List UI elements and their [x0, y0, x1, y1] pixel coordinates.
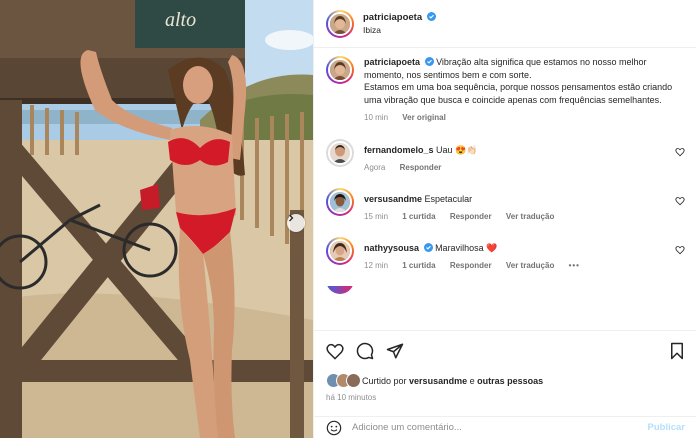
post-time-ago: há 10 minutos	[326, 393, 377, 402]
comment-emoji: ❤️	[486, 242, 498, 253]
commenter-avatar[interactable]	[326, 236, 354, 265]
comment-item: fernandomelo_s Uau 😍👏🏻 Agora Responder	[326, 138, 689, 174]
add-comment-bar: Publicar	[314, 416, 696, 438]
reply-button[interactable]: Responder	[450, 212, 492, 221]
caption-text-line2: Estamos em uma boa sequência, porque nos…	[364, 82, 673, 105]
liked-by-connector: e	[469, 375, 475, 386]
comments-list[interactable]: patriciapoeta Vibração alta significa qu…	[314, 56, 696, 328]
comment-time: 15 min	[364, 211, 389, 221]
author-avatar[interactable]	[326, 9, 354, 38]
heart-icon	[326, 343, 344, 360]
publish-button[interactable]: Publicar	[648, 422, 686, 433]
next-image-button[interactable]	[287, 214, 305, 232]
bookmark-icon	[671, 342, 683, 360]
comment-time: 12 min	[364, 260, 389, 270]
comment-username[interactable]: nathyysousa	[364, 243, 419, 253]
comment-icon	[356, 342, 374, 360]
post-actions: Curtido por versusandme e outras pessoas…	[314, 330, 696, 402]
comment-text: Maravilhosa	[435, 242, 484, 253]
comment-like-count[interactable]: 1 curtida	[402, 261, 435, 270]
commenter-avatar[interactable]	[326, 187, 354, 216]
liked-by-others[interactable]: outras pessoas	[477, 376, 543, 386]
comment-item: nathyysousa Maravilhosa ❤️ 12 min 1 curt…	[326, 236, 689, 272]
comment-input[interactable]	[352, 422, 648, 433]
liked-by-avatars[interactable]	[326, 373, 361, 388]
see-translation-link[interactable]: Ver tradução	[506, 212, 554, 221]
verified-badge-icon	[423, 242, 433, 252]
liked-by-user[interactable]: versusandme	[409, 376, 467, 386]
post-header: patriciapoeta Ibiza	[314, 0, 696, 48]
post-location[interactable]: Ibiza	[363, 24, 436, 37]
liked-by: Curtido por versusandme e outras pessoas	[326, 373, 685, 388]
post-photo[interactable]: alto	[0, 0, 313, 438]
reply-button[interactable]: Responder	[400, 163, 442, 172]
comment-like-heart-icon[interactable]	[675, 196, 685, 206]
comment-text: Uau	[436, 144, 453, 155]
caption-avatar[interactable]	[326, 56, 354, 84]
smiley-icon[interactable]	[326, 420, 342, 436]
comment-button[interactable]	[356, 342, 374, 360]
like-button[interactable]	[326, 343, 344, 360]
caption-time: 10 min	[364, 113, 389, 122]
comment-like-count[interactable]: 1 curtida	[402, 212, 435, 221]
comment-like-heart-icon[interactable]	[675, 245, 685, 255]
see-translation-link[interactable]: Ver tradução	[506, 261, 554, 270]
post-caption: patriciapoeta Vibração alta significa qu…	[326, 56, 689, 125]
partially-visible-comment	[326, 285, 689, 294]
comment-emoji: 😍👏🏻	[455, 144, 478, 155]
comment-item: versusandme Espetacular 15 min 1 curtida…	[326, 187, 689, 223]
verified-badge-icon	[424, 57, 434, 66]
comment-like-heart-icon[interactable]	[675, 147, 685, 157]
chevron-right-icon	[289, 214, 294, 222]
commenter-avatar[interactable]	[326, 138, 354, 167]
tower-sign-text: alto	[165, 9, 196, 31]
share-button[interactable]	[386, 342, 404, 360]
post-side-panel: patriciapoeta Ibiza patriciapoeta Vibraç…	[313, 0, 696, 438]
reply-button[interactable]: Responder	[450, 261, 492, 270]
comment-username[interactable]: fernandomelo_s	[364, 145, 434, 155]
instagram-post-modal: alto patriciapoeta Ibiza patriciapoeta V…	[0, 0, 696, 438]
comment-username[interactable]: versusandme	[364, 194, 422, 204]
send-icon	[386, 343, 404, 359]
caption-username[interactable]: patriciapoeta	[364, 57, 420, 67]
liked-by-prefix: Curtido por	[362, 375, 407, 386]
author-username[interactable]: patriciapoeta	[363, 12, 422, 23]
beach-photo-illustration: alto	[0, 0, 313, 438]
comment-time: Agora	[364, 162, 386, 172]
see-original-link[interactable]: Ver original	[402, 113, 446, 122]
save-button[interactable]	[669, 342, 685, 360]
more-options-icon[interactable]: •••	[569, 261, 580, 270]
verified-badge-icon	[426, 11, 436, 21]
comment-text: Espetacular	[424, 193, 473, 204]
